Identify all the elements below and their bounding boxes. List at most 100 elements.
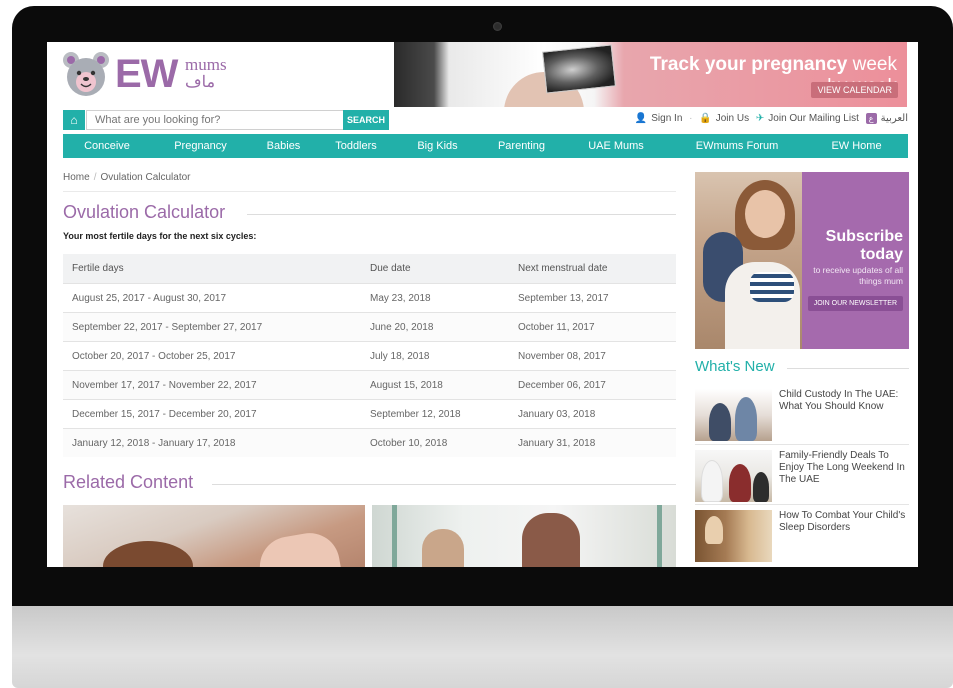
table-cell: January 03, 2018 [509,399,676,429]
subscribe-ad-photo [695,172,802,349]
title-rule [247,214,676,215]
search-bar-row: ⌂ SEARCH 👤Sign In · 🔒 Join Us ✈Join Our M… [63,110,908,132]
nav-item-ew-home[interactable]: EW Home [805,134,908,158]
banner-line1-light: week [847,54,897,75]
news-item[interactable]: How To Combat Your Child's Sleep Disorde… [695,510,909,564]
join-us-link[interactable]: Join Us [716,113,749,124]
image-detail [392,505,397,567]
site-header: EW mums ماڡ Track your pregnancy week by… [47,42,918,109]
breadcrumb-current: Ovulation Calculator [100,172,191,183]
whats-new-rule [787,368,909,369]
thumbnail-figure [701,460,723,502]
news-thumbnail [695,450,772,502]
table-cell: January 31, 2018 [509,428,676,457]
thumbnail-figure [729,464,751,502]
news-title[interactable]: How To Combat Your Child's Sleep Disorde… [779,510,909,534]
image-figure [255,528,341,567]
main-nav: Conceive Pregnancy Babies Toddlers Big Kids P… [63,134,908,158]
breadcrumb-home[interactable]: Home [63,172,90,183]
user-icon: 👤 [634,113,648,125]
table-cell: June 20, 2018 [361,312,509,342]
home-icon[interactable]: ⌂ [63,110,85,130]
divider: · [689,113,693,125]
nav-item-ewmums-forum[interactable]: EWmums Forum [669,134,805,158]
photo-figure [745,190,785,238]
breadcrumb: Home / Ovulation Calculator [63,172,191,183]
thumbnail-figure [735,397,757,441]
table-cell: October 20, 2017 - October 25, 2017 [63,341,361,371]
join-newsletter-button[interactable]: JOIN OUR NEWSLETTER [807,296,903,311]
related-article-image[interactable] [372,505,676,567]
table-cell: September 13, 2017 [509,283,676,313]
lock-icon: 🔒 [699,113,712,125]
related-content-title: Related Content [63,472,194,492]
send-icon: ✈ [755,113,765,125]
nav-item-babies[interactable]: Babies [250,134,317,158]
whats-new-title: What's New [695,358,775,375]
account-links: 👤 Sign In · 🔒 Join Us ✈ Join Our Mailing Li… [631,113,908,124]
monitor-chin [12,606,953,688]
table-cell: October 11, 2017 [509,312,676,342]
table-cell: December 06, 2017 [509,370,676,400]
related-article-image[interactable] [63,505,365,567]
table-body: August 25, 2017 - August 30, 2017 May 23,… [63,283,676,457]
browser-screen: EW mums ماڡ Track your pregnancy week by… [47,42,918,567]
column-header: Fertile days [63,254,361,284]
intro-text: Your most fertile days for the next six … [63,231,257,241]
divider [695,444,909,445]
nav-item-big-kids[interactable]: Big Kids [395,134,480,158]
divider [63,191,676,192]
thumbnail-figure [705,516,723,544]
nav-item-parenting[interactable]: Parenting [480,134,563,158]
image-figure [103,541,193,567]
table-cell: July 18, 2018 [361,341,509,371]
table-header-row: Fertile days Due date Next menstrual dat… [63,254,676,284]
news-item[interactable]: Family-Friendly Deals To Enjoy The Long … [695,450,909,504]
table-row: January 12, 2018 - January 17, 2018 Octob… [63,428,676,457]
table-cell: August 15, 2018 [361,370,509,400]
ovulation-table: Fertile days Due date Next menstrual dat… [63,254,676,457]
pregnancy-banner-ad[interactable]: Track your pregnancy week by week VIEW C… [394,42,907,107]
nav-item-uae-mums[interactable]: UAE Mums [563,134,669,158]
nav-item-toddlers[interactable]: Toddlers [317,134,395,158]
table-cell: January 12, 2018 - January 17, 2018 [63,428,361,457]
logo-arabic-text: ماڡ [185,74,216,91]
subscribe-ad[interactable]: Subscribe today to receive updates of al… [695,172,909,349]
table-row: November 17, 2017 - November 22, 2017 Aug… [63,370,676,400]
nav-item-pregnancy[interactable]: Pregnancy [151,134,250,158]
bear-logo-icon [63,52,109,96]
subscribe-title: Subscribe today [825,228,903,263]
table-row: September 22, 2017 - September 27, 2017 J… [63,312,676,342]
divider [695,504,909,505]
arabic-language-link[interactable]: العربية [881,113,908,124]
thumbnail-figure [709,403,731,441]
news-thumbnail [695,389,772,441]
image-detail [657,505,662,567]
news-title[interactable]: Child Custody In The UAE: What You Shoul… [779,389,909,413]
view-calendar-button[interactable]: VIEW CALENDAR [811,82,898,98]
table-row: October 20, 2017 - October 25, 2017 July … [63,341,676,371]
table-cell: November 17, 2017 - November 22, 2017 [63,370,361,400]
sign-in-link[interactable]: Sign In [651,113,682,124]
table-cell: September 12, 2018 [361,399,509,429]
related-rule [212,484,676,485]
table-cell: August 25, 2017 - August 30, 2017 [63,283,361,313]
logo-text: EW [115,52,178,96]
arabic-language-icon: ع [865,113,877,124]
camera-dot [493,22,502,31]
subscribe-text: to receive updates of all things mum [813,265,903,286]
search-input[interactable] [86,110,360,130]
column-header: Next menstrual date [509,254,676,284]
nav-item-conceive[interactable]: Conceive [63,134,151,158]
search-button[interactable]: SEARCH [343,110,389,130]
column-header: Due date [361,254,509,284]
image-figure [522,513,580,567]
news-item[interactable]: Child Custody In The UAE: What You Shoul… [695,389,909,443]
mailing-list-link[interactable]: Join Our Mailing List [768,113,859,124]
breadcrumb-separator: / [93,172,97,183]
news-title[interactable]: Family-Friendly Deals To Enjoy The Long … [779,450,909,486]
logo-subtext: mums [185,55,227,74]
table-cell: September 22, 2017 - September 27, 2017 [63,312,361,342]
table-row: December 15, 2017 - December 20, 2017 Sep… [63,399,676,429]
site-logo[interactable]: EW mums ماڡ [61,48,241,98]
